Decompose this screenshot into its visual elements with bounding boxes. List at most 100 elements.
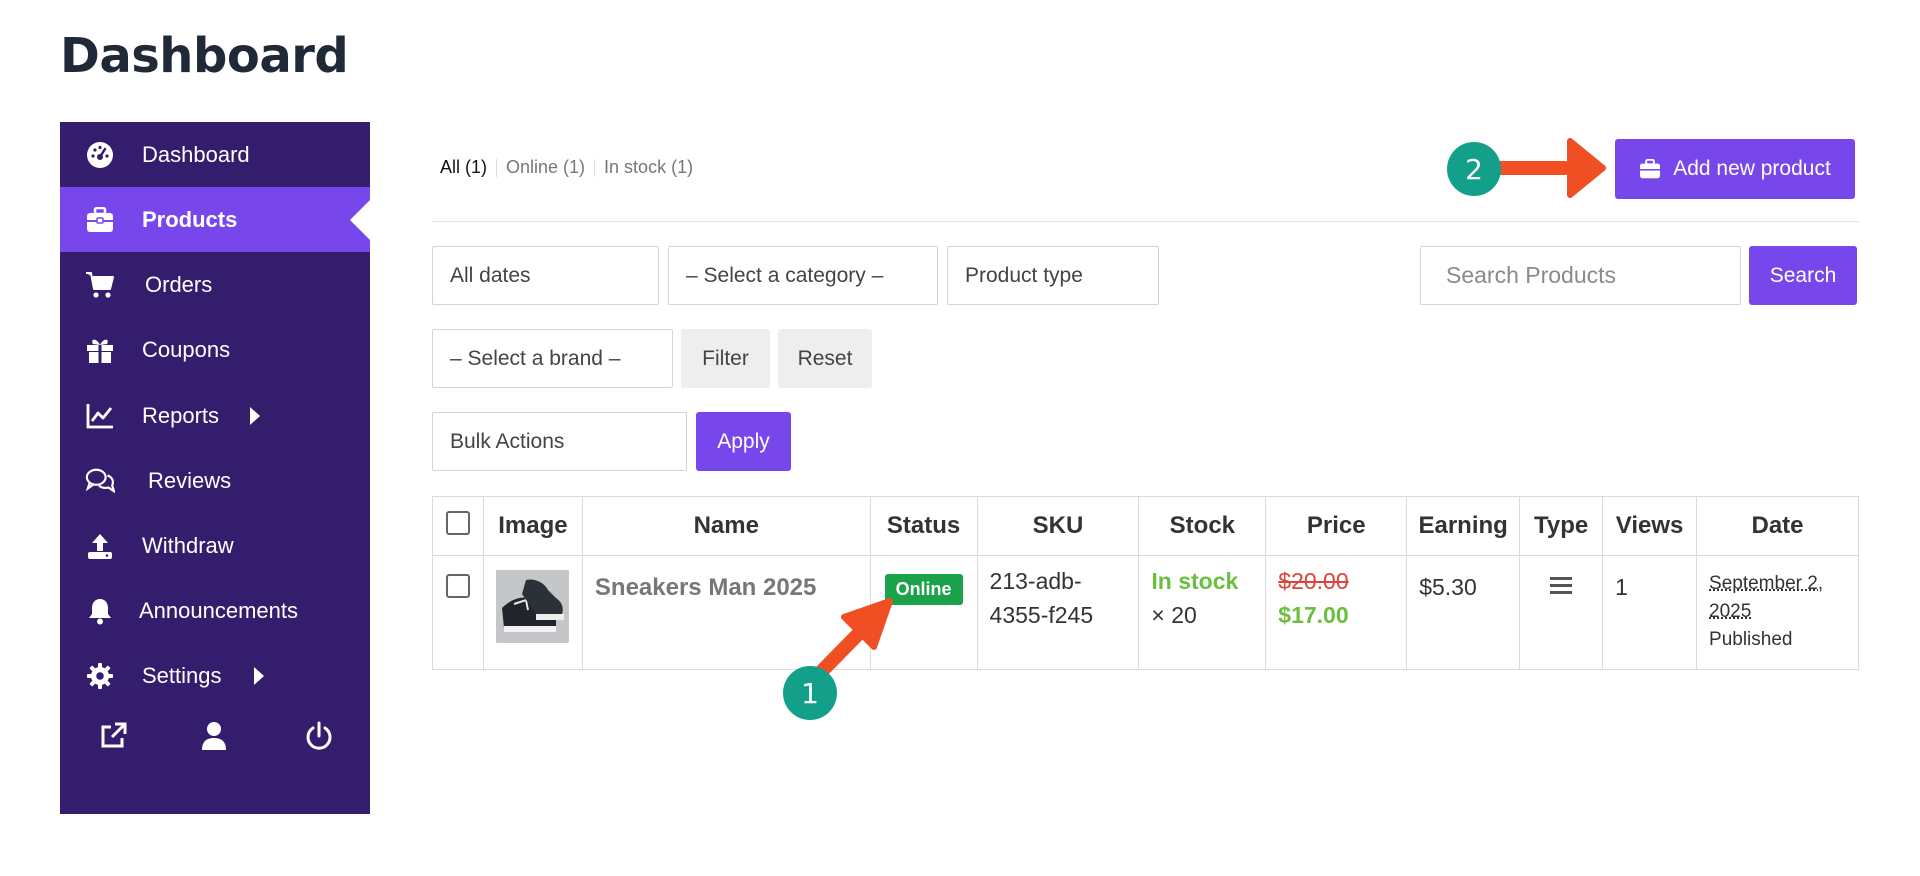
apply-button[interactable]: Apply — [696, 412, 791, 471]
user-icon[interactable] — [197, 719, 231, 753]
sidebar-item-label: Settings — [142, 662, 222, 688]
sidebar-item-label: Reviews — [148, 467, 232, 493]
column-header-status: Status — [869, 496, 978, 556]
annotation-marker-2: 2 — [1447, 142, 1501, 196]
cart-icon — [85, 270, 115, 300]
table-header-row: Image Name Status SKU Stock Price Earnin… — [432, 496, 1859, 556]
sidebar-item-announcements[interactable]: Announcements — [60, 578, 370, 643]
sidebar-item-label: Orders — [145, 271, 213, 297]
table-row: Sneakers Man 2025 Online 213-adb- 4355-f… — [432, 555, 1859, 670]
product-type-filter-select[interactable]: Product type — [947, 246, 1159, 305]
column-header-views[interactable]: Views — [1602, 496, 1698, 556]
product-name-link[interactable]: Sneakers Man 2025 — [583, 574, 816, 601]
stock-cell: In stock × 20 — [1138, 555, 1267, 670]
sidebar-item-label: Products — [142, 206, 238, 232]
sidebar-item-orders[interactable]: Orders — [60, 252, 370, 317]
sidebar-item-dashboard[interactable]: Dashboard — [60, 122, 370, 187]
column-header-sku[interactable]: SKU — [976, 496, 1140, 556]
product-name-cell: Sneakers Man 2025 — [581, 555, 871, 670]
select-all-checkbox[interactable] — [445, 510, 470, 535]
stock-quantity: × 20 — [1151, 602, 1197, 628]
sale-price: $17.00 — [1278, 602, 1349, 628]
column-header-price[interactable]: Price — [1265, 496, 1408, 556]
annotation-arrow-2 — [1489, 138, 1606, 198]
chevron-right-icon — [254, 666, 264, 685]
earning-value: $5.30 — [1419, 574, 1477, 600]
search-products-input[interactable]: Search Products — [1420, 246, 1741, 305]
external-link-icon[interactable] — [96, 719, 130, 753]
sidebar-item-reports[interactable]: Reports — [60, 383, 370, 448]
brand-filter-select[interactable]: – Select a brand – — [432, 329, 673, 388]
sku-text-line2: 4355-f245 — [989, 602, 1094, 628]
sidebar-item-label: Withdraw — [142, 532, 234, 558]
briefcase-icon — [1639, 159, 1661, 179]
price-cell: $20.00 $17.00 — [1265, 555, 1408, 670]
type-cell — [1519, 555, 1604, 670]
sidebar: Dashboard Products Orders Coupons Report… — [60, 122, 370, 814]
publish-status: Published — [1709, 629, 1793, 650]
status-cell: Online — [869, 555, 978, 670]
column-header-stock: Stock — [1138, 496, 1267, 556]
sidebar-item-label: Coupons — [142, 336, 231, 362]
divider — [432, 221, 1859, 222]
filter-button[interactable]: Filter — [681, 329, 770, 388]
stock-status: In stock — [1151, 568, 1239, 594]
product-image-cell — [482, 555, 583, 670]
sidebar-bottom-actions — [60, 719, 370, 769]
product-thumbnail[interactable] — [496, 570, 570, 643]
sidebar-item-reviews[interactable]: Reviews — [60, 448, 370, 513]
dashboard-gauge-icon — [85, 140, 115, 170]
sidebar-item-settings[interactable]: Settings — [60, 643, 370, 708]
sidebar-item-products[interactable]: Products — [60, 187, 370, 252]
select-all-cell — [432, 496, 484, 556]
sku-cell: 213-adb- 4355-f245 — [976, 555, 1140, 670]
views-cell: 1 — [1602, 555, 1698, 670]
annotation-marker-1: 1 — [783, 666, 837, 720]
briefcase-icon — [85, 205, 115, 235]
status-link-all[interactable]: All (1) — [440, 157, 487, 177]
column-header-image: Image — [482, 496, 583, 556]
add-new-product-button[interactable]: Add new product — [1615, 139, 1855, 199]
date-filter-select[interactable]: All dates — [432, 246, 659, 305]
column-header-type: Type — [1519, 496, 1604, 556]
chart-line-icon — [85, 401, 115, 431]
date-value-year: 2025 — [1709, 601, 1752, 622]
column-header-earning: Earning — [1406, 496, 1521, 556]
gear-icon — [85, 661, 115, 691]
sidebar-item-withdraw[interactable]: Withdraw — [60, 513, 370, 578]
category-filter-select[interactable]: – Select a category – — [668, 246, 938, 305]
divider — [496, 159, 498, 178]
column-header-name[interactable]: Name — [581, 496, 871, 556]
earning-cell: $5.30 — [1406, 555, 1521, 670]
status-link-in-stock[interactable]: In stock (1) — [604, 157, 693, 177]
row-checkbox[interactable] — [445, 574, 470, 598]
list-icon — [1550, 574, 1573, 601]
power-icon[interactable] — [302, 719, 336, 753]
date-cell: September 2, 2025 Published — [1696, 555, 1859, 670]
sidebar-item-label: Announcements — [139, 597, 298, 623]
column-header-date[interactable]: Date — [1696, 496, 1859, 556]
sku-text-line1: 213-adb- — [989, 568, 1082, 594]
bulk-actions-select[interactable]: Bulk Actions — [432, 412, 687, 471]
products-table: Image Name Status SKU Stock Price Earnin… — [432, 496, 1859, 670]
bell-icon — [85, 596, 115, 626]
row-select-cell — [432, 555, 484, 670]
gift-icon — [85, 335, 115, 365]
upload-icon — [85, 531, 115, 561]
date-value: September 2, — [1709, 573, 1824, 594]
reset-button[interactable]: Reset — [778, 329, 872, 388]
chevron-right-icon — [250, 406, 260, 425]
sidebar-item-label: Dashboard — [142, 141, 250, 167]
comments-icon — [85, 466, 115, 496]
search-button[interactable]: Search — [1749, 246, 1857, 305]
status-badge: Online — [884, 574, 963, 605]
page-title: Dashboard — [60, 28, 349, 84]
divider — [594, 159, 596, 178]
sidebar-item-coupons[interactable]: Coupons — [60, 317, 370, 382]
status-filter-links: All (1) Online (1) In stock (1) — [440, 157, 693, 178]
add-new-product-label: Add new product — [1673, 157, 1831, 180]
views-value: 1 — [1615, 574, 1628, 600]
status-link-online[interactable]: Online (1) — [506, 157, 585, 177]
sidebar-item-label: Reports — [142, 402, 220, 428]
regular-price: $20.00 — [1278, 568, 1349, 594]
